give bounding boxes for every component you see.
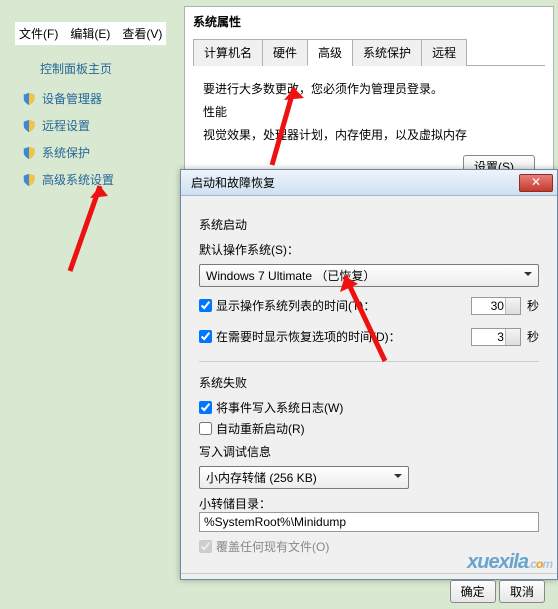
shield-icon <box>22 119 36 133</box>
group-failure: 系统失败 <box>199 374 539 391</box>
checkbox-input[interactable] <box>199 299 212 312</box>
dump-dir-label: 小转储目录： <box>199 495 539 512</box>
ok-button[interactable]: 确定 <box>450 580 496 603</box>
dump-type-select[interactable]: 小内存转储 (256 KB) <box>199 466 409 489</box>
dump-label: 写入调试信息 <box>199 443 539 460</box>
dialog-title: 系统属性 <box>185 7 553 36</box>
close-icon: ✕ <box>531 175 541 189</box>
tab-content: 要进行大多数更改，您必须作为管理员登录。 性能 视觉效果，处理器计划，内存使用，… <box>185 66 553 155</box>
checkbox-input[interactable] <box>199 422 212 435</box>
checkbox-show-os-list[interactable]: 显示操作系统列表的时间(T)： <box>199 297 375 314</box>
checkbox-label: 覆盖任何现有文件(O) <box>216 538 329 555</box>
checkbox-label: 显示操作系统列表的时间(T)： <box>216 297 375 314</box>
checkbox-label: 在需要时显示恢复选项的时间(D)： <box>216 328 401 345</box>
checkbox-auto-restart[interactable]: 自动重新启动(R) <box>199 420 539 437</box>
checkbox-input <box>199 540 212 553</box>
tab-remote[interactable]: 远程 <box>421 39 467 66</box>
checkbox-show-recovery[interactable]: 在需要时显示恢复选项的时间(D)： <box>199 328 401 345</box>
checkbox-input[interactable] <box>199 401 212 414</box>
sidebar-item-advanced[interactable]: 高级系统设置 <box>22 171 114 188</box>
divider <box>199 361 539 362</box>
sidebar-item-label: 设备管理器 <box>42 90 102 107</box>
menu-edit[interactable]: 编辑(E) <box>70 25 110 42</box>
control-panel-home[interactable]: 控制面板主页 <box>40 60 112 77</box>
shield-icon <box>22 92 36 106</box>
annotation-arrow <box>60 176 120 276</box>
perf-title: 性能 <box>203 103 535 120</box>
system-properties-dialog: 系统属性 计算机名 硬件 高级 系统保护 远程 要进行大多数更改，您必须作为管理… <box>184 6 554 170</box>
time-list-spinner[interactable]: 30 <box>471 297 521 315</box>
close-button[interactable]: ✕ <box>519 174 553 192</box>
sidebar-item-label: 远程设置 <box>42 117 90 134</box>
startup-recovery-dialog: 启动和故障恢复 ✕ 系统启动 默认操作系统(S)： Windows 7 Ulti… <box>180 169 558 580</box>
tab-bar: 计算机名 硬件 高级 系统保护 远程 <box>193 38 545 66</box>
checkbox-input[interactable] <box>199 330 212 343</box>
tab-computer-name[interactable]: 计算机名 <box>193 39 263 66</box>
time-recov-spinner[interactable]: 3 <box>471 328 521 346</box>
tab-hardware[interactable]: 硬件 <box>262 39 308 66</box>
checkbox-write-log[interactable]: 将事件写入系统日志(W) <box>199 399 539 416</box>
tab-protection[interactable]: 系统保护 <box>352 39 422 66</box>
shield-icon <box>22 146 36 160</box>
seconds-label: 秒 <box>527 328 539 345</box>
sidebar: 设备管理器 远程设置 系统保护 高级系统设置 <box>22 90 114 188</box>
dialog-title: 启动和故障恢复 <box>191 174 275 191</box>
sidebar-item-label: 高级系统设置 <box>42 171 114 188</box>
default-os-label: 默认操作系统(S)： <box>199 241 539 258</box>
menu-view[interactable]: 查看(V) <box>122 25 162 42</box>
sidebar-item-remote[interactable]: 远程设置 <box>22 117 114 134</box>
perf-desc: 视觉效果，处理器计划，内存使用，以及虚拟内存 <box>203 126 535 143</box>
seconds-label: 秒 <box>527 297 539 314</box>
sidebar-item-label: 系统保护 <box>42 144 90 161</box>
menu-bar: 文件(F) 编辑(E) 查看(V) <box>15 22 166 45</box>
shield-icon <box>22 173 36 187</box>
group-startup: 系统启动 <box>199 216 539 233</box>
default-os-select[interactable]: Windows 7 Ultimate （已恢复） <box>199 264 539 287</box>
sidebar-item-protection[interactable]: 系统保护 <box>22 144 114 161</box>
checkbox-label: 将事件写入系统日志(W) <box>216 399 343 416</box>
tab-advanced[interactable]: 高级 <box>307 39 353 66</box>
admin-warning: 要进行大多数更改，您必须作为管理员登录。 <box>203 80 535 97</box>
cancel-button[interactable]: 取消 <box>499 580 545 603</box>
sidebar-item-device-manager[interactable]: 设备管理器 <box>22 90 114 107</box>
watermark: xuexila.com <box>467 551 552 574</box>
menu-file[interactable]: 文件(F) <box>19 25 58 42</box>
checkbox-label: 自动重新启动(R) <box>216 420 305 437</box>
title-bar: 启动和故障恢复 ✕ <box>181 170 557 196</box>
dump-dir-input[interactable] <box>199 512 539 532</box>
